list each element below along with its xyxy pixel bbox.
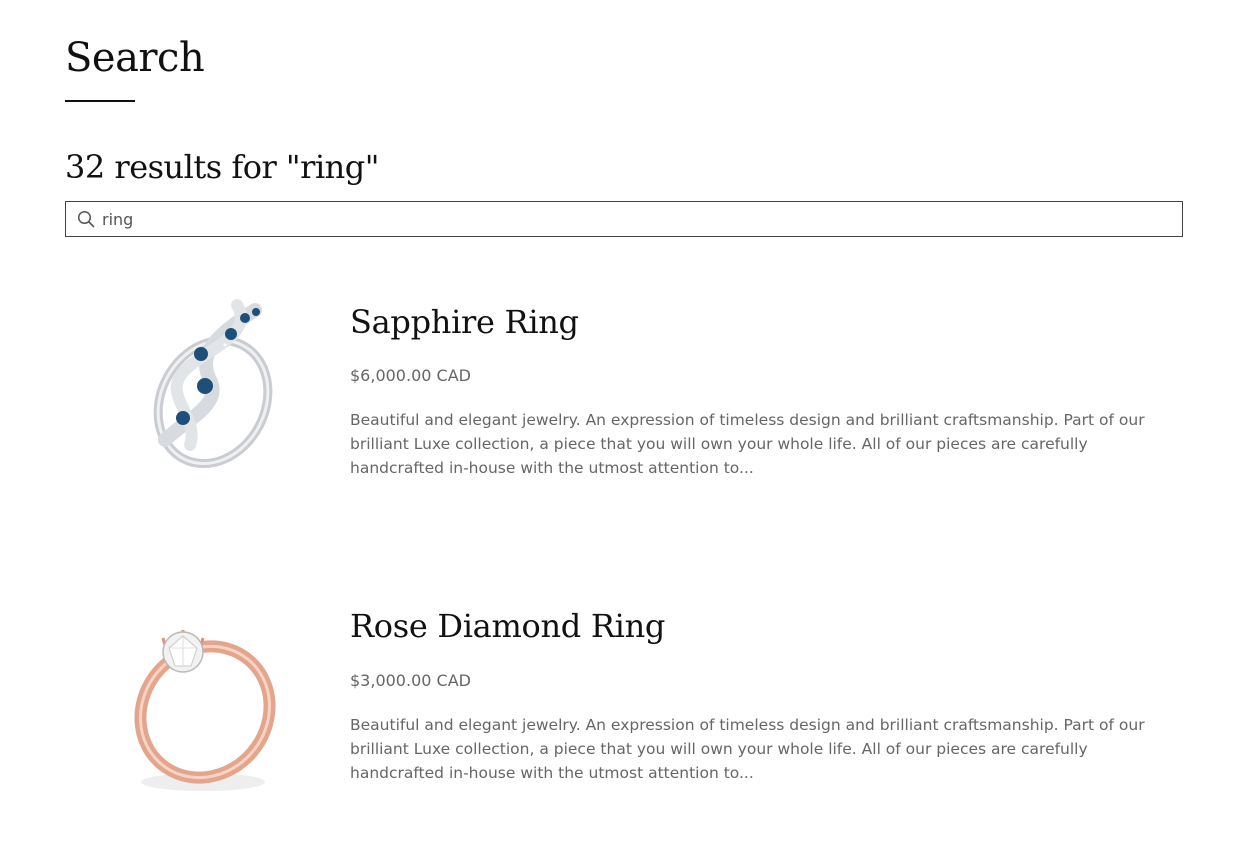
title-underline xyxy=(65,100,135,102)
search-bar[interactable] xyxy=(65,201,1183,237)
rose-diamond-ring-image[interactable] xyxy=(105,600,305,800)
sapphire-ring-image[interactable] xyxy=(105,290,305,490)
results-count-heading: 32 results for "ring" xyxy=(65,148,379,186)
search-result-item[interactable]: Rose Diamond Ring $3,000.00 CAD Beautifu… xyxy=(65,600,1183,810)
result-description: Beautiful and elegant jewelry. An expres… xyxy=(350,411,1145,477)
search-result-item[interactable]: Sapphire Ring $6,000.00 CAD Beautiful an… xyxy=(65,290,1183,490)
result-description: Beautiful and elegant jewelry. An expres… xyxy=(350,716,1145,782)
result-title-link[interactable]: Sapphire Ring xyxy=(350,300,579,344)
search-icon[interactable] xyxy=(77,210,95,228)
result-title-link[interactable]: Rose Diamond Ring xyxy=(350,604,665,648)
search-input[interactable] xyxy=(102,202,1172,236)
result-price: $6,000.00 CAD xyxy=(350,366,471,385)
page-title: Search xyxy=(65,35,205,81)
result-price: $3,000.00 CAD xyxy=(350,671,471,690)
